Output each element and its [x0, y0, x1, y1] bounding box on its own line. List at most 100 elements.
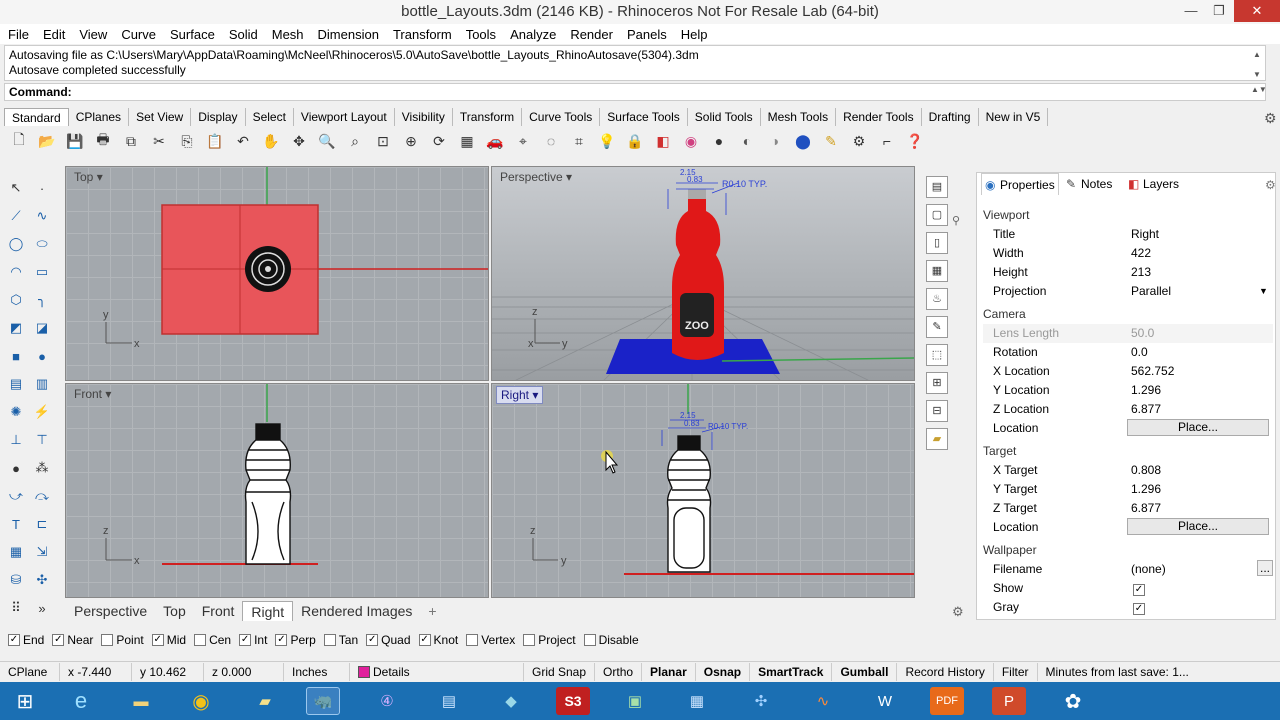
terminal-icon[interactable]: ▣: [618, 687, 652, 715]
car-icon[interactable]: 🚗: [484, 130, 506, 152]
cplane-label[interactable]: CPlane: [0, 662, 60, 681]
viewport-top[interactable]: y x Top ▾: [65, 166, 489, 381]
osnap-checkbox[interactable]: [523, 634, 536, 646]
circle-icon[interactable]: ◯: [6, 234, 26, 254]
menu-solid[interactable]: Solid: [229, 27, 258, 42]
prop-y-target[interactable]: Y Target 1.296: [983, 480, 1273, 499]
gumball-toggle[interactable]: Gumball: [832, 662, 898, 681]
block-icon[interactable]: ⊏: [32, 514, 52, 534]
menu-curve[interactable]: Curve: [121, 27, 156, 42]
windows-start-icon[interactable]: ⊞: [8, 687, 42, 715]
surface-icon[interactable]: ◩: [6, 318, 26, 338]
osnap-checkbox[interactable]: ✓: [366, 634, 379, 646]
tab-layers[interactable]: ◧ Layers: [1125, 173, 1189, 195]
s3-app-icon[interactable]: S3: [556, 687, 590, 715]
pdf-icon[interactable]: PDF: [930, 687, 964, 715]
osnap-toggle[interactable]: Osnap: [696, 662, 751, 681]
chevron-down-icon[interactable]: ▾: [97, 170, 103, 184]
monitor-icon[interactable]: ▦: [680, 687, 714, 715]
tab-render-tools[interactable]: Render Tools: [836, 108, 922, 126]
zoom-icon[interactable]: 🔍: [316, 130, 338, 152]
smarttrack-toggle[interactable]: SmartTrack: [750, 662, 833, 681]
scroll-up-icon[interactable]: ▲: [1251, 47, 1263, 62]
osnap-cen[interactable]: Cen: [194, 633, 231, 647]
word-icon[interactable]: W: [868, 687, 902, 715]
chevron-down-icon[interactable]: ▾: [566, 170, 572, 184]
snap-icon[interactable]: ⌐: [876, 130, 898, 152]
osnap-mid[interactable]: ✓ Mid: [151, 633, 186, 647]
filter-toggle[interactable]: Filter: [994, 662, 1038, 681]
tab-cplanes[interactable]: CPlanes: [69, 108, 130, 126]
ungroup-icon[interactable]: ⁂: [32, 458, 52, 478]
menu-mesh[interactable]: Mesh: [272, 27, 304, 42]
prop-width[interactable]: Width 422: [983, 244, 1273, 263]
cage-icon[interactable]: ⌗: [568, 130, 590, 152]
internet-explorer-icon[interactable]: e: [64, 687, 98, 715]
panel-options-icon[interactable]: ⚙: [1265, 178, 1276, 192]
boolean-icon[interactable]: ●: [32, 346, 52, 366]
grid-snap-toggle[interactable]: Grid Snap: [524, 662, 596, 681]
flower-app-icon[interactable]: ✿: [1056, 687, 1090, 715]
analyze-icon[interactable]: ⚡: [32, 402, 52, 422]
tab-front[interactable]: Front: [194, 601, 243, 621]
menu-transform[interactable]: Transform: [393, 27, 452, 42]
app4-icon[interactable]: ④: [370, 687, 404, 715]
scale-icon[interactable]: ⇲: [32, 542, 52, 562]
rendered-icon[interactable]: ◐: [736, 130, 758, 152]
print-icon[interactable]: 🖶: [92, 130, 114, 152]
prop-rotation[interactable]: Rotation 0.0: [983, 343, 1273, 362]
lamp-icon[interactable]: ✎: [820, 130, 842, 152]
tab-new-in-v5[interactable]: New in V5: [979, 108, 1049, 126]
osnap-quad[interactable]: ✓ Quad: [366, 633, 411, 647]
viewport-title-top[interactable]: Top ▾: [70, 169, 107, 185]
notes-tool-icon[interactable]: ✎: [926, 316, 948, 338]
osnap-checkbox[interactable]: ✓: [8, 634, 20, 646]
ellipse-icon[interactable]: ⬭: [32, 234, 52, 254]
viewport-title-front[interactable]: Front ▾: [70, 386, 115, 402]
select-arrow-icon[interactable]: ↖: [6, 178, 26, 198]
rectangle-icon[interactable]: ▭: [32, 262, 52, 282]
pan-icon[interactable]: ✋: [260, 130, 282, 152]
fillet-icon[interactable]: ╮: [32, 290, 52, 310]
tab-notes[interactable]: ✎ Notes: [1063, 173, 1123, 195]
tab-standard[interactable]: Standard: [4, 108, 69, 126]
audio-app-icon[interactable]: ∿: [806, 687, 840, 715]
cylinder-icon[interactable]: ⛁: [6, 570, 26, 590]
menu-analyze[interactable]: Analyze: [510, 27, 556, 42]
detail-icon[interactable]: ⊟: [926, 400, 948, 422]
gear-icon[interactable]: ⚙: [1264, 110, 1277, 127]
polygon-icon[interactable]: ⬡: [6, 290, 26, 310]
planar-toggle[interactable]: Planar: [642, 662, 696, 681]
document-icon[interactable]: ▢: [926, 204, 948, 226]
sphere-icon[interactable]: ⬤: [792, 130, 814, 152]
mesh-icon[interactable]: ▤: [6, 374, 26, 394]
dimension-aligned-icon[interactable]: ⊤: [32, 430, 52, 450]
more-tools-icon[interactable]: »: [32, 598, 52, 618]
osnap-checkbox[interactable]: ✓: [151, 634, 164, 646]
pin-icon[interactable]: ⚲: [952, 214, 960, 227]
help-icon[interactable]: ❓: [904, 130, 926, 152]
menu-dimension[interactable]: Dimension: [318, 27, 379, 42]
rotate-icon[interactable]: ⟳: [428, 130, 450, 152]
import-icon[interactable]: ⧉: [120, 130, 142, 152]
gray-checkbox[interactable]: ✓: [1133, 603, 1145, 615]
command-history-toggle-icon[interactable]: ▲▼: [1251, 85, 1267, 94]
cplane-icon[interactable]: ⌖: [512, 130, 534, 152]
chrome-icon[interactable]: ◉: [184, 687, 218, 715]
extrude-icon[interactable]: ◪: [32, 318, 52, 338]
gear-tool-icon[interactable]: ✺: [6, 402, 26, 422]
prop-height[interactable]: Height 213: [983, 263, 1273, 282]
viewport-right[interactable]: 2.15 0.83 R0.10 TYP. z y Right ▾: [491, 383, 915, 598]
units-label[interactable]: Inches: [284, 662, 350, 681]
zoom-selected-icon[interactable]: ⊕: [400, 130, 422, 152]
tab-display[interactable]: Display: [191, 108, 246, 126]
menu-view[interactable]: View: [79, 27, 107, 42]
mesh-tools-icon[interactable]: ▥: [32, 374, 52, 394]
prop-x-location[interactable]: X Location 562.752: [983, 362, 1273, 381]
save-icon[interactable]: 💾: [64, 130, 86, 152]
zoom-window-icon[interactable]: ⌕: [344, 130, 366, 152]
settings-gear-icon[interactable]: ⚙: [952, 604, 964, 620]
ortho-toggle[interactable]: Ortho: [595, 662, 643, 681]
tab-visibility[interactable]: Visibility: [395, 108, 453, 126]
menu-file[interactable]: File: [8, 27, 29, 42]
